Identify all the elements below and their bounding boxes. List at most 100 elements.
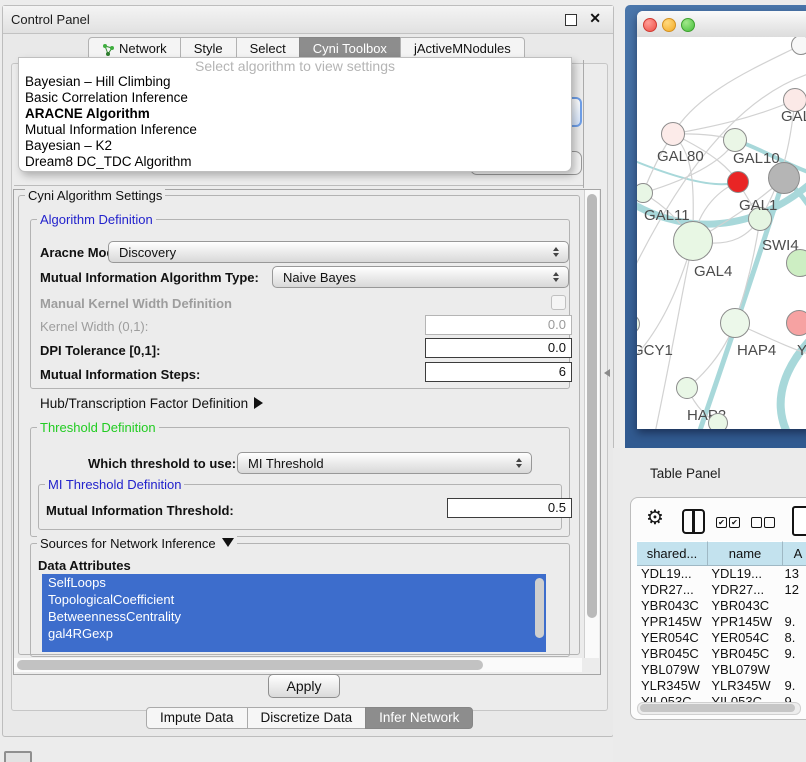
- tab-infer-network[interactable]: Infer Network: [365, 707, 473, 729]
- hub-definition-expander[interactable]: Hub/Transcription Factor Definition: [40, 396, 263, 411]
- network-node[interactable]: [786, 310, 806, 336]
- dropdown-item[interactable]: Mutual Information Inference: [19, 122, 571, 138]
- table-cell[interactable]: YIL053C: [707, 694, 781, 702]
- which-threshold-combobox[interactable]: MI Threshold: [237, 452, 532, 474]
- data-attributes-list[interactable]: SelfLoopsTopologicalCoefficientBetweenne…: [42, 574, 546, 652]
- table-cell[interactable]: YBL079W: [707, 662, 781, 678]
- network-node[interactable]: [727, 171, 749, 193]
- table-cell[interactable]: 12: [782, 582, 806, 598]
- table-cell[interactable]: YBR045C: [637, 646, 707, 662]
- table-cell[interactable]: 9.: [782, 614, 806, 630]
- mi-threshold-field[interactable]: 0.5: [447, 498, 572, 518]
- settings-horizontal-scrollbar[interactable]: [14, 658, 582, 672]
- float-window-icon[interactable]: [565, 14, 577, 26]
- table-cell[interactable]: YPR145W: [707, 614, 781, 630]
- column-header-name[interactable]: name: [708, 541, 783, 566]
- table-row[interactable]: YBL079WYBL079W: [637, 662, 806, 678]
- select-all-checkbox-icon[interactable]: ✔: [716, 517, 727, 528]
- dropdown-item[interactable]: Dream8 DC_TDC Algorithm: [19, 154, 571, 170]
- table-cell[interactable]: YLR345W: [637, 678, 707, 694]
- table-cell[interactable]: YPR145W: [637, 614, 707, 630]
- minimize-traffic-light[interactable]: [662, 18, 676, 32]
- settings-vertical-scrollbar[interactable]: [584, 190, 599, 658]
- select-all-checkbox-icon[interactable]: ✔: [729, 517, 740, 528]
- table-cell[interactable]: 13: [782, 566, 806, 582]
- deselect-all-checkbox-icon[interactable]: [751, 517, 762, 528]
- table-cell[interactable]: YBR045C: [707, 646, 781, 662]
- network-node[interactable]: [723, 128, 747, 152]
- kernel-width-label: Kernel Width (0,1):: [40, 319, 148, 334]
- table-row[interactable]: YPR145WYPR145W9.: [637, 614, 806, 630]
- split-columns-icon[interactable]: [682, 509, 705, 534]
- table-row[interactable]: YER054CYER054C8.: [637, 630, 806, 646]
- scrollbar-thumb[interactable]: [640, 704, 795, 712]
- list-item[interactable]: SelfLoops: [42, 574, 546, 591]
- list-item[interactable]: gal4RGexp: [42, 625, 546, 642]
- dpi-tolerance-field[interactable]: 0.0: [425, 338, 572, 358]
- table-row[interactable]: YDR27...YDR27...12: [637, 582, 806, 598]
- dropdown-item[interactable]: ARACNE Algorithm: [19, 106, 571, 122]
- table-cell[interactable]: 9: [782, 694, 806, 702]
- close-icon[interactable]: ✕: [589, 10, 601, 27]
- splitter-arrow-icon[interactable]: [604, 369, 610, 377]
- table-cell[interactable]: YER054C: [707, 630, 781, 646]
- tab-impute-data[interactable]: Impute Data: [146, 707, 248, 729]
- table-cell[interactable]: YDR27...: [637, 582, 707, 598]
- dropdown-item[interactable]: Bayesian – K2: [19, 138, 571, 154]
- table-row[interactable]: YBR043CYBR043C: [637, 598, 806, 614]
- deselect-all-checkbox-icon[interactable]: [764, 517, 775, 528]
- network-node[interactable]: [676, 377, 698, 399]
- mi-steps-field[interactable]: 6: [425, 362, 572, 382]
- table-cell[interactable]: YIL053C: [637, 694, 707, 702]
- aracne-mode-combobox[interactable]: Discovery: [108, 241, 569, 263]
- table-cell[interactable]: YLR345W: [707, 678, 781, 694]
- table-cell[interactable]: YBR043C: [637, 598, 707, 614]
- network-node[interactable]: [708, 413, 728, 429]
- column-header-shared[interactable]: shared...: [637, 541, 708, 566]
- table-cell[interactable]: YBL079W: [637, 662, 707, 678]
- table-cell[interactable]: YER054C: [637, 630, 707, 646]
- list-scrollbar-thumb[interactable]: [535, 578, 544, 638]
- network-node[interactable]: [673, 221, 713, 261]
- table-cell[interactable]: 9.: [782, 678, 806, 694]
- manual-kernel-checkbox[interactable]: [551, 295, 566, 310]
- table-horizontal-scrollbar[interactable]: [637, 702, 801, 715]
- network-node[interactable]: [791, 37, 806, 55]
- table-row[interactable]: YLR345WYLR345W9.: [637, 678, 806, 694]
- close-traffic-light[interactable]: [643, 18, 657, 32]
- table-cell[interactable]: YDL19...: [637, 566, 707, 582]
- table-cell[interactable]: YDR27...: [707, 582, 781, 598]
- table-row[interactable]: YIL053CYIL053C9: [637, 694, 806, 702]
- column-header-partial[interactable]: A: [783, 541, 806, 566]
- data-attributes-label: Data Attributes: [38, 558, 131, 573]
- table-row[interactable]: YDL19...YDL19...13: [637, 566, 806, 582]
- tab-discretize-data[interactable]: Discretize Data: [247, 707, 367, 729]
- table-row[interactable]: YBR045CYBR045C9.: [637, 646, 806, 662]
- hub-definition-label: Hub/Transcription Factor Definition: [40, 396, 248, 411]
- table-cell[interactable]: [782, 598, 806, 614]
- table-cell[interactable]: YBR043C: [707, 598, 781, 614]
- table-cell[interactable]: 9.: [782, 646, 806, 662]
- combo-value: Discovery: [109, 245, 549, 260]
- network-node[interactable]: [661, 122, 685, 146]
- dropdown-item[interactable]: Bayesian – Hill Climbing: [19, 74, 571, 90]
- kernel-width-field[interactable]: 0.0: [425, 315, 572, 335]
- scrollbar-thumb[interactable]: [17, 660, 483, 670]
- document-icon[interactable]: [792, 506, 806, 536]
- table-cell[interactable]: [782, 662, 806, 678]
- mi-algorithm-type-combobox[interactable]: Naive Bayes: [272, 266, 569, 288]
- scrollbar-thumb[interactable]: [587, 194, 597, 618]
- dropdown-item[interactable]: Basic Correlation Inference: [19, 90, 571, 106]
- apply-button[interactable]: Apply: [268, 674, 340, 698]
- gear-icon[interactable]: ⚙: [646, 508, 664, 528]
- network-node[interactable]: [768, 162, 800, 194]
- table-cell[interactable]: YDL19...: [707, 566, 781, 582]
- list-item[interactable]: TopologicalCoefficient: [42, 591, 546, 608]
- network-node[interactable]: [720, 308, 750, 338]
- dock-icon[interactable]: [4, 751, 32, 762]
- network-canvas[interactable]: GALGAL80GAL10GAL1GAL11GAL4SWI4GCY1HAP4YH…: [637, 37, 806, 429]
- table-cell[interactable]: 8.: [782, 630, 806, 646]
- zoom-traffic-light[interactable]: [681, 18, 695, 32]
- list-item[interactable]: BetweennessCentrality: [42, 608, 546, 625]
- sources-expander[interactable]: Sources for Network Inference: [37, 536, 237, 551]
